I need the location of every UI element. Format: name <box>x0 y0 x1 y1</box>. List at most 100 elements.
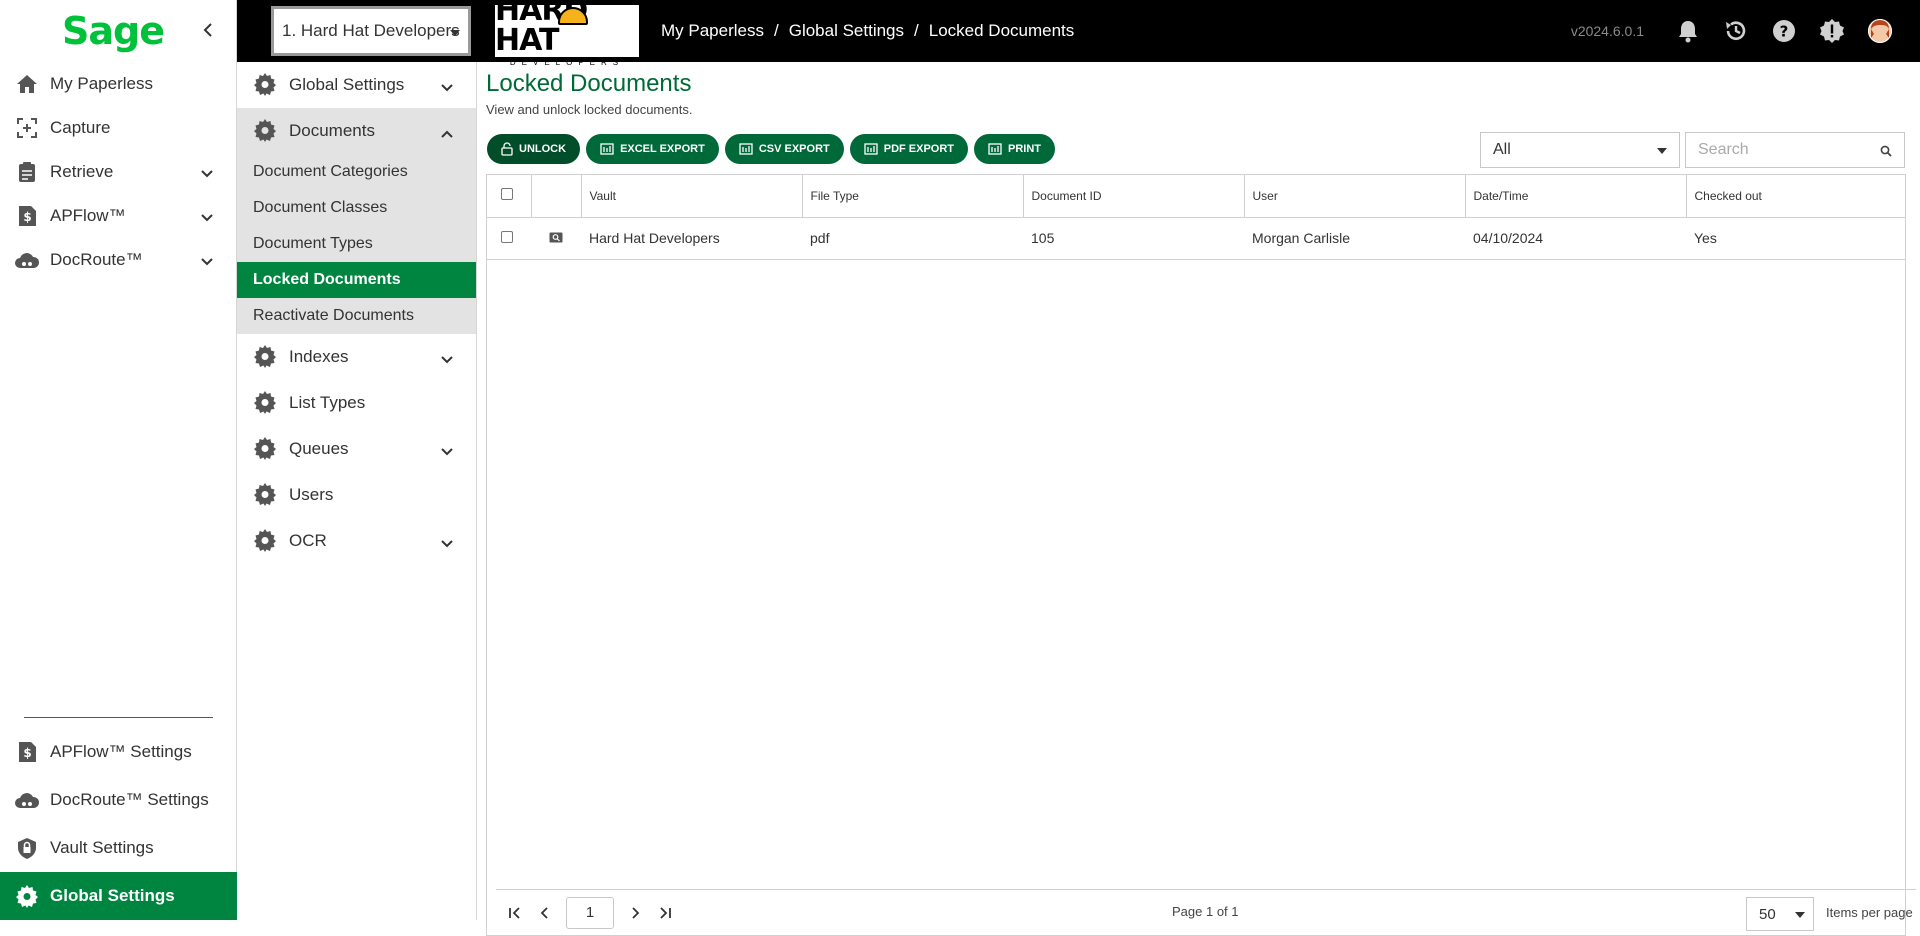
submenu-item-reactivate-documents[interactable]: Reactivate Documents <box>237 298 476 334</box>
svg-text:?: ? <box>1780 23 1789 41</box>
alert-badge-icon[interactable] <box>1818 17 1846 45</box>
dollar-doc-icon: $ <box>14 203 40 229</box>
pagination-bar: Page 1 of 1 50 Items per page <box>496 889 1916 935</box>
breadcrumb-item-my-paperless[interactable]: My Paperless <box>661 21 764 41</box>
top-right-actions: v2024.6.0.1 ? <box>1571 0 1894 62</box>
column-header-vault[interactable]: Vault <box>581 175 802 217</box>
search-box <box>1685 132 1905 168</box>
column-header-user[interactable]: User <box>1244 175 1465 217</box>
help-icon[interactable]: ? <box>1770 17 1798 45</box>
filter-select[interactable]: All <box>1480 132 1680 168</box>
top-bar: 1. Hard Hat Developers HARD HAT DEVELOPE… <box>237 0 1920 62</box>
select-all-checkbox[interactable] <box>501 188 513 200</box>
data-table: Vault File Type Document ID User Date/Ti… <box>487 175 1905 260</box>
first-page-icon <box>508 907 522 919</box>
first-page-button[interactable] <box>500 898 530 928</box>
nav-item-label: DocRoute™ <box>50 250 143 270</box>
preview-icon[interactable] <box>549 232 563 243</box>
next-page-button[interactable] <box>620 898 650 928</box>
row-checkbox[interactable] <box>501 231 513 243</box>
submenu-label: Indexes <box>289 347 349 367</box>
prev-page-button[interactable] <box>530 898 560 928</box>
print-button[interactable]: PRINT <box>974 134 1055 164</box>
chevron-down-icon <box>440 534 454 554</box>
submenu-item-document-classes[interactable]: Document Classes <box>237 190 476 226</box>
locked-documents-grid: Vault File Type Document ID User Date/Ti… <box>486 174 1906 936</box>
excel-export-button[interactable]: EXCEL EXPORT <box>586 134 719 164</box>
chevron-down-icon <box>200 208 214 228</box>
unlock-button[interactable]: UNLOCK <box>487 134 580 164</box>
sage-logo: Sage <box>62 9 164 53</box>
chevron-down-icon <box>440 78 454 98</box>
chevron-left-icon <box>540 907 550 919</box>
bell-icon[interactable] <box>1674 17 1702 45</box>
nav-item-docroute-settings[interactable]: DocRoute™ Settings <box>0 776 237 824</box>
chevron-down-icon <box>440 350 454 370</box>
nav-item-apflow[interactable]: $ APFlow™ <box>0 194 236 238</box>
nav-item-vault-settings[interactable]: Vault Settings <box>0 824 237 872</box>
table-row[interactable]: Hard Hat Developers pdf 105 Morgan Carli… <box>487 217 1905 259</box>
submenu-item-global-settings[interactable]: Global Settings <box>237 62 476 108</box>
submenu-item-indexes[interactable]: Indexes <box>237 334 476 380</box>
nav-item-my-paperless[interactable]: My Paperless <box>0 62 236 106</box>
nav-item-global-settings[interactable]: Global Settings <box>0 872 237 920</box>
nav-item-capture[interactable]: Capture <box>0 106 236 150</box>
submenu-item-document-categories[interactable]: Document Categories <box>237 154 476 190</box>
nav-item-retrieve[interactable]: Retrieve <box>0 150 236 194</box>
nav-item-docroute[interactable]: DocRoute™ <box>0 238 236 282</box>
chevron-up-icon <box>440 124 454 144</box>
page-subtitle: View and unlock locked documents. <box>486 102 692 117</box>
submenu-label: Queues <box>289 439 349 459</box>
user-avatar[interactable] <box>1866 17 1894 45</box>
cell-vault: Hard Hat Developers <box>581 217 802 259</box>
breadcrumb-item-global-settings[interactable]: Global Settings <box>789 21 904 41</box>
column-header-datetime[interactable]: Date/Time <box>1465 175 1686 217</box>
csv-export-label: CSV EXPORT <box>759 143 830 155</box>
nav-item-label: Global Settings <box>50 886 175 906</box>
search-icon[interactable] <box>1880 144 1892 162</box>
submenu-item-ocr[interactable]: OCR <box>237 518 476 564</box>
column-header-file-type[interactable]: File Type <box>802 175 1023 217</box>
collapse-sidebar-button[interactable] <box>202 18 214 44</box>
gear-icon <box>253 482 279 508</box>
caret-down-icon <box>450 30 460 36</box>
capture-icon <box>14 115 40 141</box>
page-number-input[interactable] <box>566 897 614 929</box>
toolbar: UNLOCK EXCEL EXPORT CSV EXPORT PDF EXPOR… <box>487 134 1055 164</box>
submenu-label: Documents <box>289 121 375 141</box>
submenu-item-documents[interactable]: Documents <box>237 108 476 154</box>
nav-item-apflow-settings[interactable]: $ APFlow™ Settings <box>0 728 237 776</box>
submenu-item-list-types[interactable]: List Types <box>237 380 476 426</box>
history-icon[interactable] <box>1722 17 1750 45</box>
csv-export-button[interactable]: CSV EXPORT <box>725 134 844 164</box>
nav-item-label: Retrieve <box>50 162 113 182</box>
last-page-icon <box>658 907 672 919</box>
dollar-doc-icon: $ <box>14 739 40 765</box>
caret-down-icon <box>1657 148 1667 154</box>
gear-icon <box>14 883 40 909</box>
main-sidebar: Sage My Paperless Capture Retrieve $ APF… <box>0 0 237 920</box>
submenu-item-queues[interactable]: Queues <box>237 426 476 472</box>
gear-icon <box>253 72 279 98</box>
preview-column-header <box>531 175 581 217</box>
vault-select-value: 1. Hard Hat Developers <box>282 21 460 41</box>
submenu-item-users[interactable]: Users <box>237 472 476 518</box>
vault-select[interactable]: 1. Hard Hat Developers <box>271 6 471 56</box>
column-header-checked-out[interactable]: Checked out <box>1686 175 1905 217</box>
pdf-export-button[interactable]: PDF EXPORT <box>850 134 968 164</box>
caret-down-icon <box>1795 912 1805 918</box>
table-header-row: Vault File Type Document ID User Date/Ti… <box>487 175 1905 217</box>
submenu-item-locked-documents[interactable]: Locked Documents <box>237 262 476 298</box>
clipboard-icon <box>14 159 40 185</box>
last-page-button[interactable] <box>650 898 680 928</box>
sidebar-settings-section: $ APFlow™ Settings DocRoute™ Settings Va… <box>0 717 237 920</box>
pdf-export-label: PDF EXPORT <box>884 143 954 155</box>
unlock-icon <box>501 142 513 156</box>
column-header-document-id[interactable]: Document ID <box>1023 175 1244 217</box>
submenu-item-document-types[interactable]: Document Types <box>237 226 476 262</box>
page-title: Locked Documents <box>486 70 691 98</box>
items-per-page-select[interactable]: 50 <box>1746 897 1814 931</box>
export-icon <box>739 143 753 155</box>
search-input[interactable] <box>1698 141 1868 159</box>
print-label: PRINT <box>1008 143 1041 155</box>
